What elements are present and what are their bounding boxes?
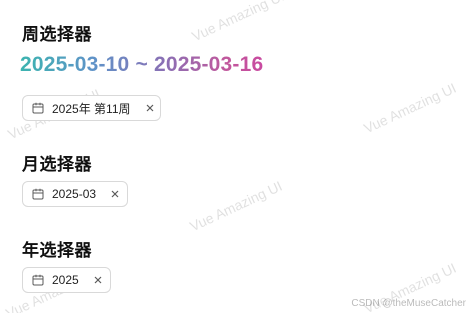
year-picker-value: 2025 [52, 273, 79, 287]
credit-text: CSDN @theMuseCatcher [351, 298, 466, 309]
page: Vue Amazing UI Vue Amazing UI Vue Amazin… [0, 0, 474, 313]
watermark: Vue Amazing UI [189, 0, 287, 45]
year-picker-title: 年选择器 [22, 241, 92, 260]
month-picker-title: 月选择器 [22, 155, 92, 174]
calendar-icon [32, 274, 44, 286]
week-range-display: 2025-03-10 ~ 2025-03-16 [20, 53, 264, 76]
close-icon[interactable] [93, 275, 103, 285]
month-picker-value: 2025-03 [52, 187, 97, 201]
week-picker[interactable]: 2025年 第11周 [22, 95, 161, 121]
week-picker-title: 周选择器 [22, 25, 92, 44]
calendar-icon [32, 188, 44, 200]
close-icon[interactable] [110, 189, 120, 199]
calendar-icon [32, 102, 44, 114]
watermark: Vue Amazing UI [361, 79, 459, 137]
watermark: Vue Amazing UI [187, 177, 285, 235]
week-picker-value: 2025年 第11周 [52, 101, 131, 116]
close-icon[interactable] [145, 103, 155, 113]
month-picker[interactable]: 2025-03 [22, 181, 128, 207]
year-picker[interactable]: 2025 [22, 267, 111, 293]
